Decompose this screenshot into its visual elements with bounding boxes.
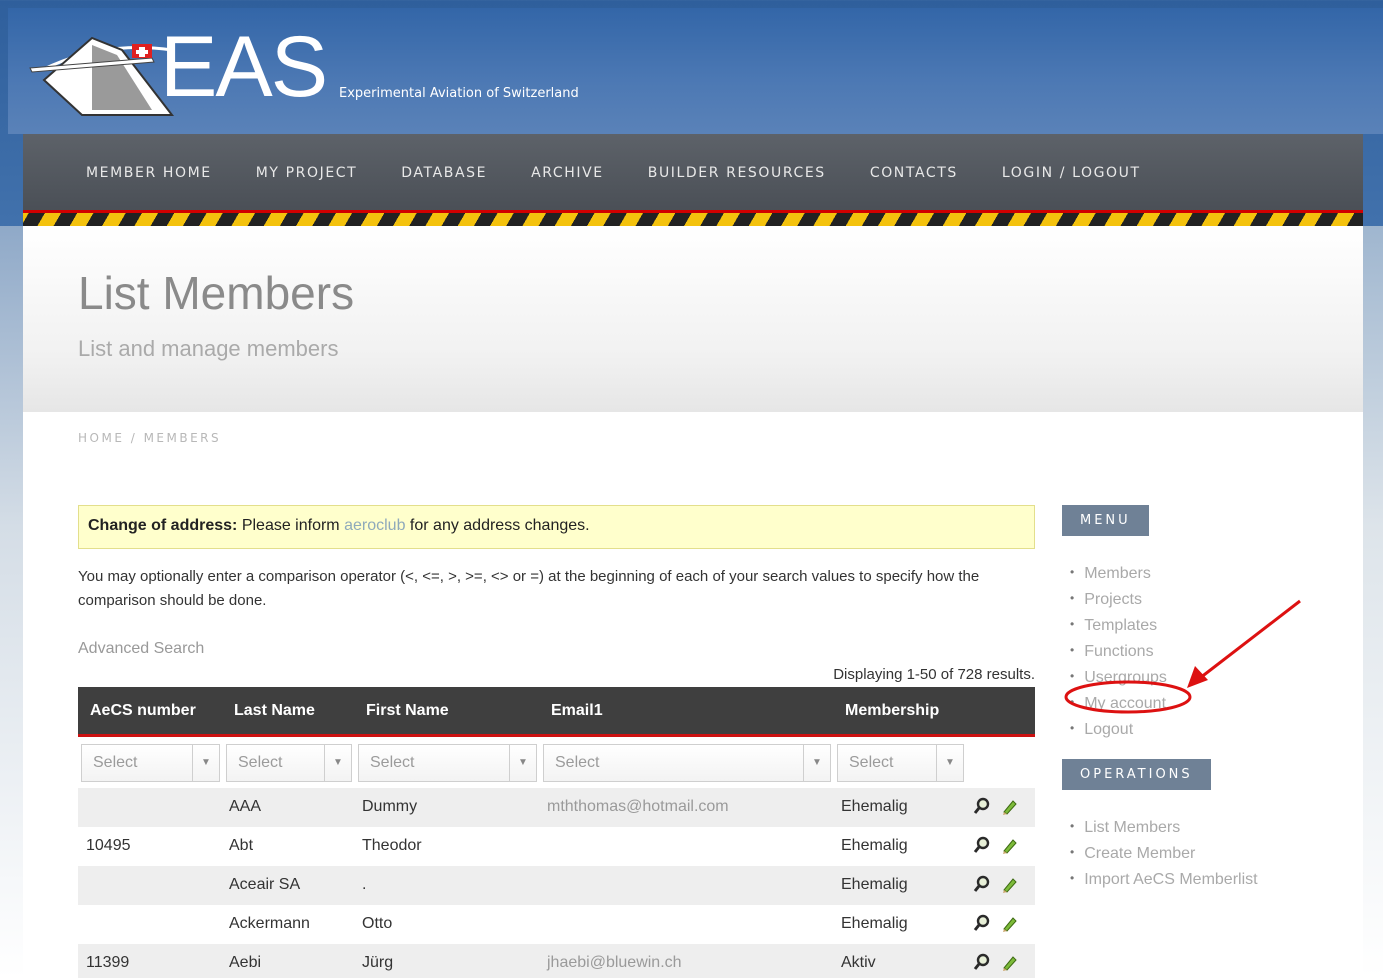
cell-last-name: Aceair SA (229, 876, 301, 893)
background-left (0, 226, 23, 978)
content-panel: List Members List and manage members HOM… (23, 226, 1363, 978)
cell-last-name: Aebi (229, 954, 262, 971)
filter-aecs-select[interactable]: Select ▼ (81, 744, 220, 782)
breadcrumb[interactable]: HOME / MEMBERS (78, 431, 221, 445)
notice-label: Change of address: (88, 517, 238, 534)
nav-login-logout[interactable]: LOGIN / LOGOUT (1002, 165, 1141, 181)
filter-placeholder: Select (555, 754, 600, 771)
filter-email-select[interactable]: Select ▼ (543, 744, 831, 782)
filter-last-name-select[interactable]: Select ▼ (226, 744, 352, 782)
column-aecs-number[interactable]: AeCS number (90, 702, 196, 720)
site-header: EAS Experimental Aviation of Switzerland (8, 8, 1383, 134)
nav-contacts[interactable]: CONTACTS (870, 165, 958, 181)
cell-last-name: Ackermann (229, 915, 310, 932)
nav-member-home[interactable]: MEMBER HOME (86, 165, 212, 181)
filter-first-name-select[interactable]: Select ▼ (358, 744, 537, 782)
filter-placeholder: Select (370, 754, 415, 771)
filter-membership-select[interactable]: Select ▼ (837, 744, 964, 782)
view-magnifier-icon[interactable] (973, 952, 991, 972)
page-header: List Members List and manage members (23, 226, 1363, 412)
filter-placeholder: Select (238, 754, 283, 771)
view-magnifier-icon[interactable] (973, 913, 991, 933)
table-row: Aceair SA . Ehemalig (78, 866, 1035, 905)
dropdown-arrow-icon: ▼ (936, 745, 963, 781)
comparison-hint: You may optionally enter a comparison op… (78, 568, 980, 609)
cell-first-name: Dummy (362, 798, 418, 815)
cell-first-name: Otto (362, 915, 393, 932)
sidebar-item-create-member[interactable]: Create Member (1070, 841, 1258, 867)
table-row: AAA Dummy mththomas@hotmail.com Ehemalig (78, 788, 1035, 827)
results-summary: Displaying 1-50 of 728 results. (833, 666, 1035, 683)
sidebar-item-templates[interactable]: Templates (1070, 613, 1167, 639)
cell-membership: Ehemalig (841, 837, 908, 854)
edit-pencil-icon[interactable] (1000, 835, 1018, 855)
sidebar-item-usergroups[interactable]: Usergroups (1070, 665, 1167, 691)
cell-membership: Aktiv (841, 954, 876, 971)
sidebar-item-projects[interactable]: Projects (1070, 587, 1167, 613)
dropdown-arrow-icon: ▼ (324, 745, 351, 781)
sidebar-item-members[interactable]: Members (1070, 561, 1167, 587)
hazard-stripe-divider (23, 210, 1363, 226)
cell-email[interactable]: jhaebi@bluewin.ch (547, 954, 682, 972)
advanced-search-link[interactable]: Advanced Search (78, 640, 204, 658)
column-email1[interactable]: Email1 (551, 702, 603, 720)
sidebar-item-import-aecs-memberlist[interactable]: Import AeCS Memberlist (1070, 867, 1257, 893)
filter-row: Select ▼ Select ▼ Select ▼ Select ▼ Sele… (78, 740, 1035, 786)
background-right (1363, 226, 1383, 978)
cell-membership: Ehemalig (841, 915, 908, 932)
column-last-name[interactable]: Last Name (234, 702, 315, 720)
view-magnifier-icon[interactable] (973, 796, 991, 816)
cell-last-name: Abt (229, 837, 254, 854)
column-membership[interactable]: Membership (845, 702, 939, 720)
cell-membership: Ehemalig (841, 798, 908, 815)
notice-text-before: Please inform (241, 517, 340, 534)
edit-pencil-icon[interactable] (1000, 913, 1018, 933)
table-row: 11399 Aebi Jürg jhaebi@bluewin.ch Aktiv (78, 944, 1035, 978)
view-magnifier-icon[interactable] (973, 874, 991, 894)
dropdown-arrow-icon: ▼ (509, 745, 536, 781)
table-header: AeCS number Last Name First Name Email1 … (78, 687, 1035, 737)
sidebar-item-list-members[interactable]: List Members (1070, 815, 1258, 841)
sidebar-menu-list: Members Projects Templates Functions Use… (1070, 561, 1167, 743)
sidebar-item-my-account[interactable]: My account (1070, 691, 1167, 717)
dropdown-arrow-icon: ▼ (192, 745, 219, 781)
cell-aecs: 10495 (86, 837, 131, 854)
cell-first-name: Theodor (362, 837, 422, 854)
page-title: List Members (78, 267, 355, 319)
edit-pencil-icon[interactable] (1000, 952, 1018, 972)
column-first-name[interactable]: First Name (366, 702, 449, 720)
edit-pencil-icon[interactable] (1000, 796, 1018, 816)
page-subtitle: List and manage members (78, 336, 339, 361)
filter-placeholder: Select (93, 754, 138, 771)
nav-builder-resources[interactable]: BUILDER RESOURCES (648, 165, 826, 181)
sidebar-item-logout[interactable]: Logout (1070, 717, 1167, 743)
notice-text-after: for any address changes. (409, 517, 590, 534)
nav-archive[interactable]: ARCHIVE (531, 165, 604, 181)
logo-plane-icon (29, 36, 175, 116)
table-row: Ackermann Otto Ehemalig (78, 905, 1035, 944)
sidebar-item-functions[interactable]: Functions (1070, 639, 1167, 665)
nav-my-project[interactable]: MY PROJECT (256, 165, 358, 181)
view-magnifier-icon[interactable] (973, 835, 991, 855)
filter-placeholder: Select (849, 754, 894, 771)
sidebar-operations-list: List Members Create Member Import AeCS M… (1070, 815, 1258, 893)
nav-database[interactable]: DATABASE (401, 165, 487, 181)
cell-first-name: . (362, 876, 367, 893)
logo-wordmark[interactable]: EAS (160, 22, 328, 112)
dropdown-arrow-icon: ▼ (803, 745, 830, 781)
cell-email[interactable]: mththomas@hotmail.com (547, 798, 729, 816)
sidebar-menu-heading: MENU (1062, 505, 1149, 536)
main-navigation: MEMBER HOME MY PROJECT DATABASE ARCHIVE … (23, 134, 1363, 212)
cell-last-name: AAA (229, 798, 262, 815)
logo-tagline: Experimental Aviation of Switzerland (339, 86, 579, 101)
cell-membership: Ehemalig (841, 876, 908, 893)
address-change-notice: Change of address: Please inform aeroclu… (78, 505, 1035, 549)
sidebar-operations-heading: OPERATIONS (1062, 759, 1211, 790)
edit-pencil-icon[interactable] (1000, 874, 1018, 894)
cell-aecs: 11399 (86, 954, 130, 971)
aeroclub-link[interactable]: aeroclub (344, 517, 405, 534)
cell-first-name: Jürg (362, 954, 394, 971)
table-row: 10495 Abt Theodor Ehemalig (78, 827, 1035, 866)
